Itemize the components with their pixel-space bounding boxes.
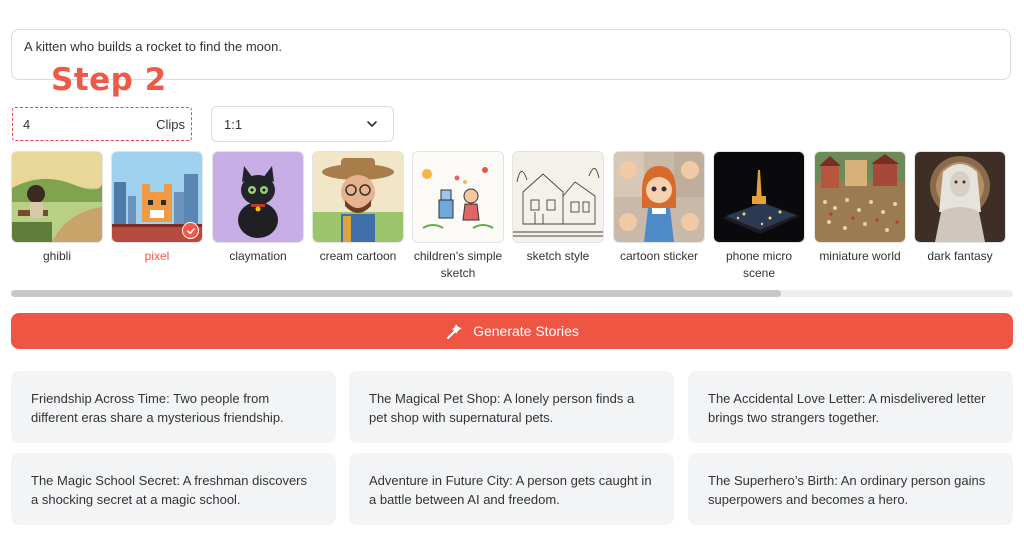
chevron-down-icon (367, 121, 377, 127)
style-option-ghibli[interactable]: ghibli (11, 151, 103, 265)
story-suggestion-text: Friendship Across Time: Two people from … (31, 391, 284, 425)
clips-unit-label: Clips (156, 117, 185, 132)
clips-value[interactable]: 4 (23, 117, 30, 132)
style-name: pixel (144, 249, 170, 263)
style-option-claymation[interactable]: claymation (212, 151, 304, 265)
style-name: dark fantasy (927, 249, 993, 263)
style-name: cream cartoon (319, 249, 397, 263)
style-option-sketch-style[interactable]: sketch style (512, 151, 604, 265)
selected-check-icon (182, 222, 199, 239)
style-option-phone-micro-scene[interactable]: phone micro scene (713, 151, 805, 282)
style-thumbnail[interactable] (212, 151, 304, 243)
story-suggestion-text: The Superhero’s Birth: An ordinary perso… (708, 473, 986, 507)
step-label: Step 2 (51, 62, 167, 98)
story-suggestion-card[interactable]: The Accidental Love Letter: A misdeliver… (688, 371, 1013, 443)
story-suggestion-card[interactable]: The Magical Pet Shop: A lonely person fi… (349, 371, 674, 443)
style-thumbnail[interactable] (613, 151, 705, 243)
story-suggestion-card[interactable]: Adventure in Future City: A person gets … (349, 453, 674, 525)
scrollbar-thumb[interactable] (11, 290, 781, 297)
style-option-dark-fantasy[interactable]: dark fantasy (914, 151, 1006, 265)
story-suggestion-text: The Accidental Love Letter: A misdeliver… (708, 391, 986, 425)
aspect-ratio-value: 1:1 (224, 117, 243, 132)
story-suggestion-card[interactable]: The Magic School Secret: A freshman disc… (11, 453, 336, 525)
story-suggestion-card[interactable]: The Superhero’s Birth: An ordinary perso… (688, 453, 1013, 525)
style-option-cartoon-sticker[interactable]: cartoon sticker (613, 151, 705, 265)
style-option-cream-cartoon[interactable]: cream cartoon (312, 151, 404, 265)
story-suggestion-text: The Magic School Secret: A freshman disc… (31, 473, 308, 507)
style-name: miniature world (819, 249, 901, 263)
story-suggestion-card[interactable]: Friendship Across Time: Two people from … (11, 371, 336, 443)
style-selector: ghibli pixel claymation cream cartoon ch… (0, 151, 1024, 286)
style-name: ghibli (42, 249, 72, 263)
story-suggestion-text: The Magical Pet Shop: A lonely person fi… (369, 391, 635, 425)
style-thumbnail[interactable] (914, 151, 1006, 243)
story-suggestion-text: Adventure in Future City: A person gets … (369, 473, 652, 507)
style-name: sketch style (526, 249, 590, 263)
style-option-pixel[interactable]: pixel (111, 151, 203, 265)
style-option-miniature-world[interactable]: miniature world (814, 151, 906, 265)
generate-stories-button[interactable]: Generate Stories (11, 313, 1013, 349)
clips-count-input[interactable]: 4 Clips (12, 107, 192, 141)
style-thumbnail[interactable] (11, 151, 103, 243)
style-option-childrens-simple-sketch[interactable]: children's simple sketch (412, 151, 504, 282)
style-thumbnail[interactable] (312, 151, 404, 243)
generate-stories-label: Generate Stories (473, 323, 579, 339)
style-name: claymation (229, 249, 287, 263)
style-scrollbar[interactable] (11, 290, 1013, 297)
style-name: phone micro scene (725, 249, 793, 280)
magic-wand-icon (446, 324, 463, 340)
style-thumbnail[interactable] (713, 151, 805, 243)
prompt-text[interactable]: A kitten who builds a rocket to find the… (24, 39, 282, 54)
style-thumbnail[interactable] (512, 151, 604, 243)
style-thumbnail[interactable] (412, 151, 504, 243)
style-thumbnail[interactable] (111, 151, 203, 243)
style-thumbnail[interactable] (814, 151, 906, 243)
style-name: children's simple sketch (413, 249, 503, 280)
aspect-ratio-select[interactable]: 1:1 (211, 106, 394, 142)
style-name: cartoon sticker (619, 249, 699, 263)
